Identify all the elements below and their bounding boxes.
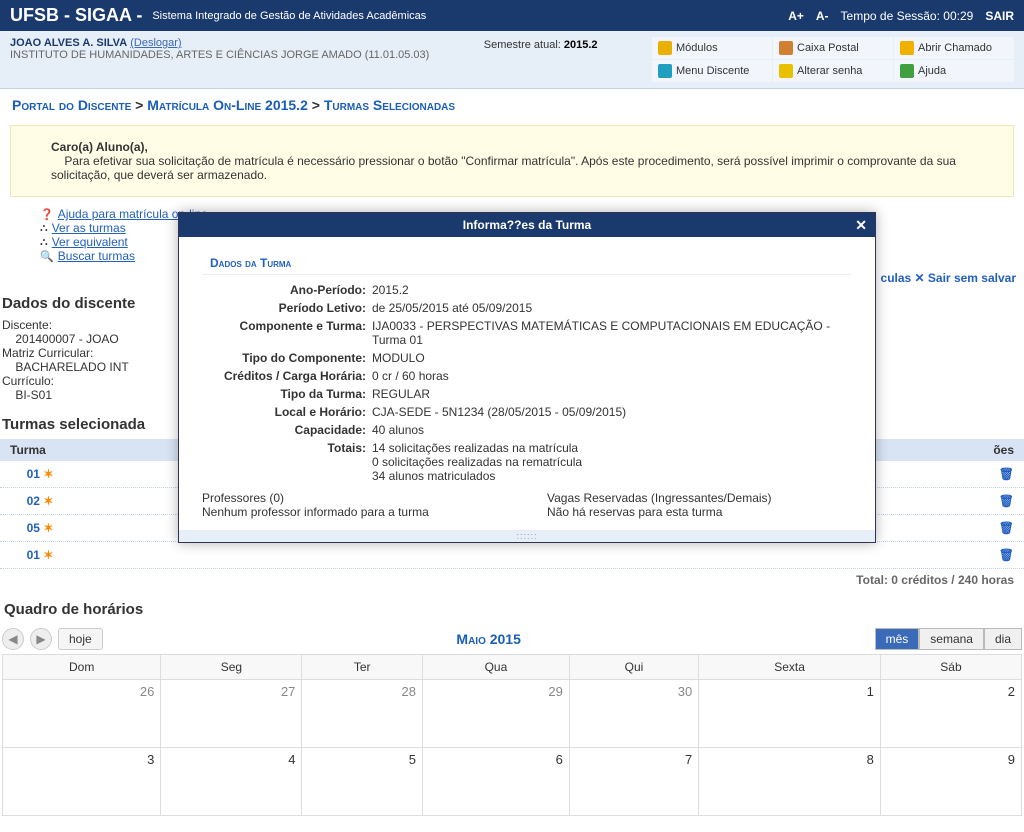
- menu-alterar-senha[interactable]: Alterar senha: [773, 60, 893, 82]
- user-name: JOAO ALVES A. SILVA: [10, 37, 127, 49]
- view-month-button[interactable]: mês: [875, 628, 920, 650]
- prof-header: Professores (0): [202, 491, 507, 505]
- vagas-value: Não há reservas para esta turma: [547, 505, 852, 519]
- tree-icon: ⛬: [40, 236, 48, 249]
- close-icon[interactable]: ✕: [855, 217, 867, 234]
- menu-ajuda[interactable]: Ajuda: [894, 60, 1014, 82]
- view-week-button[interactable]: semana: [919, 628, 984, 650]
- modal-header[interactable]: Informa??es da Turma ✕: [179, 213, 875, 237]
- system-name: Sistema Integrado de Gestão de Atividade…: [152, 10, 426, 22]
- delete-button[interactable]: 🗑: [999, 467, 1014, 481]
- vagas-header: Vagas Reservadas (Ingressantes/Demais): [547, 491, 852, 505]
- turma-info-modal: Informa??es da Turma ✕ Dados da Turma An…: [178, 212, 876, 543]
- delete-button[interactable]: 🗑: [999, 548, 1014, 562]
- menu-modulos[interactable]: Módulos: [652, 37, 772, 59]
- quadro-title: Quadro de horários: [2, 595, 1022, 624]
- resize-handle-icon[interactable]: ::::::: [179, 530, 875, 542]
- exit-button[interactable]: SAIR: [985, 9, 1014, 23]
- modal-subtitle: Dados da Turma: [202, 252, 852, 275]
- prof-value: Nenhum professor informado para a turma: [202, 505, 507, 519]
- star-icon: ✶: [43, 494, 53, 508]
- ticket-icon: [900, 41, 914, 55]
- menu-abrir-chamado[interactable]: Abrir Chamado: [894, 37, 1014, 59]
- ver-turmas-link[interactable]: Ver as turmas: [52, 221, 126, 235]
- module-icon: [658, 41, 672, 55]
- star-icon: ✶: [43, 548, 53, 562]
- search-icon: 🔍: [40, 250, 54, 263]
- table-row: 01 ✶ 🗑: [0, 542, 1024, 569]
- calendar-grid: DomSegTerQuaQuiSextaSáb 262728293012 345…: [2, 654, 1022, 816]
- mail-icon: [779, 41, 793, 55]
- student-icon: [658, 64, 672, 78]
- notice-greeting: Caro(a) Aluno(a),: [51, 140, 148, 154]
- ver-equiv-link[interactable]: Ver equivalent: [52, 235, 128, 249]
- tree-icon: ⛬: [40, 222, 48, 235]
- quick-menu: Módulos Caixa Postal Abrir Chamado Menu …: [652, 37, 1014, 82]
- notice-body: Para efetivar sua solicitação de matrícu…: [51, 154, 956, 182]
- logout-link[interactable]: (Deslogar): [130, 37, 181, 49]
- topbar: UFSB - SIGAA - Sistema Integrado de Gest…: [0, 0, 1024, 31]
- prev-button[interactable]: ◀: [2, 628, 24, 650]
- star-icon: ✶: [43, 467, 53, 481]
- menu-caixa-postal[interactable]: Caixa Postal: [773, 37, 893, 59]
- buscar-turmas-link[interactable]: Buscar turmas: [58, 249, 135, 263]
- delete-button[interactable]: 🗑: [999, 521, 1014, 535]
- font-increase-button[interactable]: A+: [788, 9, 804, 23]
- modal-title: Informa??es da Turma: [463, 218, 591, 232]
- notice-box: Caro(a) Aluno(a), Para efetivar sua soli…: [10, 125, 1014, 197]
- key-icon: [779, 64, 793, 78]
- breadcrumb: Portal do Discente > Matrícula On-Line 2…: [0, 89, 1024, 121]
- help-icon: ❓: [40, 208, 54, 221]
- font-decrease-button[interactable]: A-: [816, 9, 829, 23]
- semester-label: Semestre atual: 2015.2: [484, 37, 598, 51]
- turmas-totals: Total: 0 créditos / 240 horas: [0, 569, 1024, 591]
- today-button[interactable]: hoje: [58, 628, 103, 650]
- star-icon: ✶: [43, 521, 53, 535]
- subheader: JOAO ALVES A. SILVA (Deslogar) INSTITUTO…: [0, 31, 1024, 89]
- next-button[interactable]: ▶: [30, 628, 52, 650]
- user-institute: INSTITUTO DE HUMANIDADES, ARTES E CIÊNCI…: [10, 49, 429, 61]
- brand: UFSB - SIGAA -: [10, 5, 142, 26]
- delete-button[interactable]: 🗑: [999, 494, 1014, 508]
- menu-discente[interactable]: Menu Discente: [652, 60, 772, 82]
- calendar-month: Maio 2015: [456, 631, 520, 647]
- session-label: Tempo de Sessão: 00:29: [841, 9, 974, 23]
- help-icon: [900, 64, 914, 78]
- view-day-button[interactable]: dia: [984, 628, 1022, 650]
